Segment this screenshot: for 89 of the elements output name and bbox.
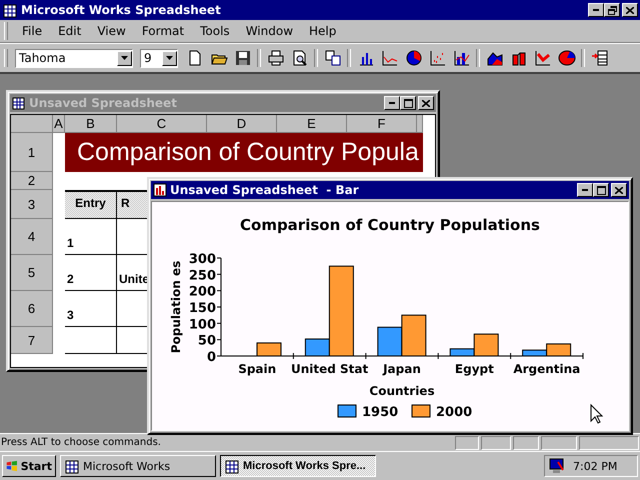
menu-item[interactable]: View [89, 23, 134, 39]
column-header[interactable]: D [207, 115, 277, 133]
row-header[interactable]: 2 [11, 172, 53, 190]
insert-row-icon [590, 49, 608, 67]
close-button[interactable] [611, 183, 627, 197]
scatter-chart-icon [428, 49, 446, 67]
column-header[interactable]: F [347, 115, 417, 133]
close-icon [615, 186, 623, 194]
minimize-button[interactable] [577, 183, 593, 197]
font-size-dropdown[interactable]: 9 [140, 48, 178, 68]
caret-icon [166, 56, 173, 60]
menu-item[interactable]: Format [134, 23, 192, 39]
close-icon [626, 6, 634, 14]
line-chart-icon [380, 49, 398, 67]
window-title: Unsaved Spreadsheet [29, 96, 177, 110]
pie-chart-icon [558, 49, 576, 67]
column-header[interactable]: A [53, 115, 65, 133]
status-panel [513, 436, 539, 450]
y-tick-label: 150 [188, 301, 216, 316]
spreadsheet-icon [64, 458, 80, 474]
line-chart-icon [534, 49, 552, 67]
windows-logo-icon [6, 459, 18, 473]
copy-icon [324, 49, 342, 67]
legend-label: 2000 [436, 405, 472, 420]
window-title: Microsoft Works Spreadsheet [21, 3, 222, 17]
cursor-icon [590, 404, 604, 424]
monitor-icon [549, 458, 565, 474]
bar [256, 342, 282, 356]
chart-title: Comparison of Country Populations [240, 216, 540, 234]
table-cell: 2 [65, 255, 117, 291]
title-cell: Comparison of Country Popula [65, 133, 423, 172]
status-panel [455, 436, 479, 450]
pie-chart-icon [404, 49, 422, 67]
menu-item[interactable]: File [14, 23, 50, 39]
row-header[interactable]: 1 [11, 133, 53, 172]
minimize-icon [593, 9, 599, 11]
bar [377, 326, 402, 356]
menu-item[interactable]: Edit [50, 23, 90, 39]
table-cell: 1 [65, 219, 117, 255]
restore-button[interactable] [604, 3, 620, 17]
clock: 7:02 PM [573, 460, 618, 472]
status-panel [541, 436, 577, 450]
spreadsheet-icon [224, 458, 240, 474]
y-tick-label: 0 [206, 350, 216, 365]
row-header[interactable]: 5 [11, 255, 53, 291]
menu-item[interactable]: Tools [192, 23, 238, 39]
table-cell: 3 [65, 291, 117, 327]
spreadsheet-icon [12, 96, 26, 110]
x-axis-title: Countries [369, 384, 435, 398]
row-header[interactable]: 7 [11, 327, 53, 354]
close-button[interactable] [622, 3, 638, 17]
x-tick-label: Japan [383, 362, 421, 376]
maximize-button[interactable] [593, 183, 609, 197]
caret-icon [121, 56, 128, 60]
chart-icon [153, 183, 167, 197]
header-cell: Entry [65, 190, 117, 219]
column-header[interactable]: C [117, 115, 207, 133]
printer-icon [266, 49, 284, 67]
y-tick-label: 50 [198, 334, 216, 349]
x-tick-label: Spain [238, 362, 276, 376]
x-tick-label: Egypt [454, 362, 494, 376]
status-panel [579, 436, 639, 450]
combo-chart-icon [452, 49, 470, 67]
maximize-icon [596, 186, 606, 194]
taskbar-button[interactable]: Microsoft Works Spre... [220, 455, 376, 477]
close-icon [422, 100, 430, 106]
legend-label: 1950 [362, 405, 398, 420]
font-dropdown[interactable]: Tahoma [15, 48, 133, 68]
status-text: Press ALT to choose commands. [1, 437, 162, 448]
column-header[interactable]: B [65, 115, 117, 133]
y-tick-label: 100 [188, 317, 216, 332]
restore-icon [608, 6, 616, 14]
minimize-icon [582, 189, 588, 191]
menu-item[interactable]: Help [301, 23, 344, 39]
x-tick-label: Argentina [513, 362, 580, 376]
row-header[interactable]: 6 [11, 291, 53, 327]
start-button[interactable]: Start [2, 455, 56, 477]
menu-item[interactable]: Window [238, 23, 302, 39]
column-header[interactable]: E [277, 115, 347, 133]
taskbar-button[interactable]: Microsoft Works [60, 455, 216, 477]
row-header[interactable]: 4 [11, 219, 53, 255]
status-panel [481, 436, 511, 450]
minimize-icon [389, 102, 395, 104]
magnifier-page-icon [290, 49, 308, 67]
minimize-button[interactable] [588, 3, 604, 17]
x-tick-label: United Stat [290, 362, 368, 376]
bar [401, 314, 426, 356]
row-header[interactable]: 3 [11, 190, 53, 219]
maximize-icon [404, 98, 412, 108]
